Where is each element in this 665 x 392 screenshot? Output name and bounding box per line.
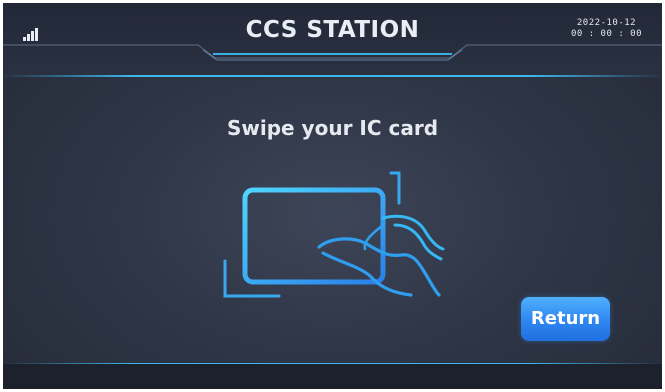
header-frame xyxy=(3,44,662,77)
date-text: 2022-10-12 xyxy=(576,18,637,28)
datetime-display: 2022-10-12 00 : 00 : 00 xyxy=(571,18,642,40)
time-text: 00 : 00 : 00 xyxy=(570,29,642,39)
return-button[interactable]: Return xyxy=(521,297,610,341)
swipe-card-icon xyxy=(223,171,445,298)
footer-bar xyxy=(3,364,662,389)
page-title: CCS STATION xyxy=(245,17,420,43)
charging-screen: CCS STATION 2022-10-12 00 : 00 : 00 Swip… xyxy=(3,3,662,389)
swipe-prompt: Swipe your IC card xyxy=(226,116,439,140)
